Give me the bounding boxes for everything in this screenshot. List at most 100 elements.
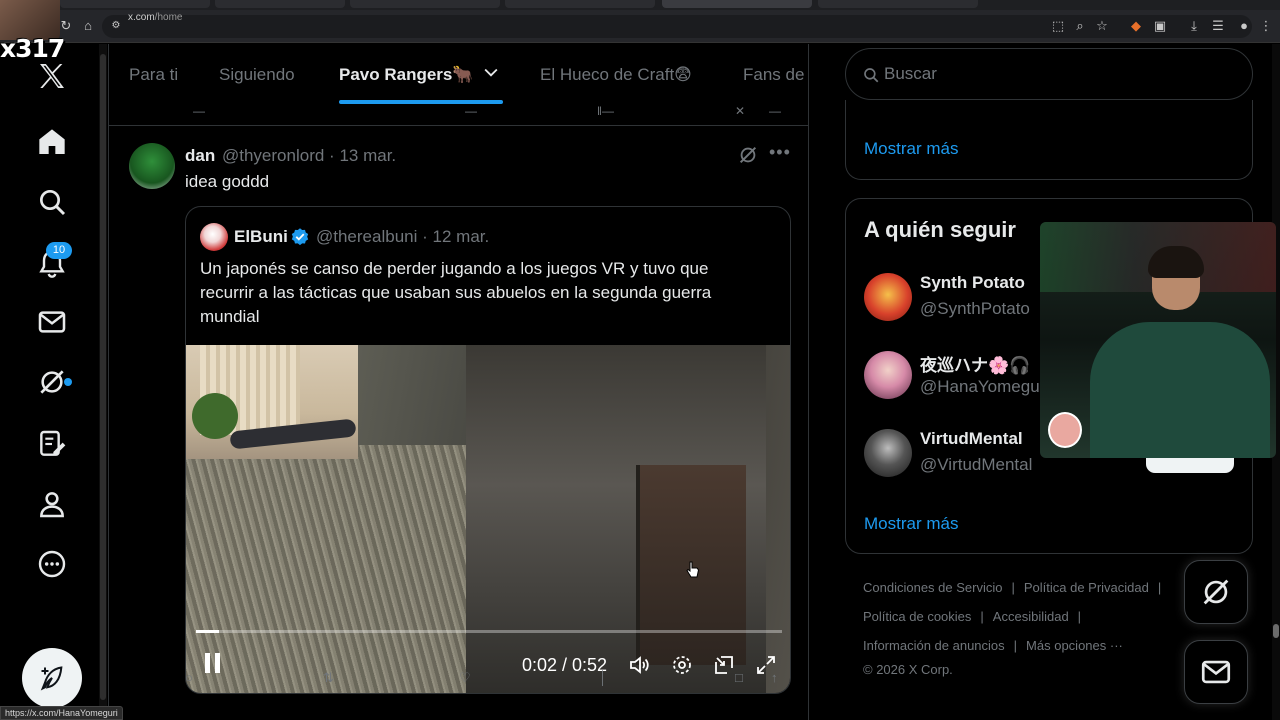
like-icon[interactable]: — [465, 104, 477, 118]
search-input[interactable] [884, 63, 1224, 85]
share-icon[interactable]: ↑ [771, 670, 778, 685]
suggestion-handle[interactable]: @SynthPotato [920, 299, 1030, 319]
quote-avatar[interactable] [200, 223, 228, 251]
footer-link-terms[interactable]: Condiciones de Servicio [863, 580, 1002, 595]
bookmark-icon[interactable]: □ [735, 670, 743, 685]
browser-menu-icon[interactable]: ⋮ [1258, 18, 1274, 34]
footer-link-ads-info[interactable]: Información de anuncios [863, 638, 1005, 653]
browser-tab[interactable] [60, 0, 210, 8]
tweet-date[interactable]: 13 mar. [339, 146, 396, 165]
x-logo-icon[interactable] [36, 60, 68, 92]
suggestion-name[interactable]: Synth Potato [920, 273, 1025, 293]
suggestion-name[interactable]: 夜巡ハナ🌸🎧 [920, 351, 1030, 376]
chevron-down-icon[interactable] [481, 62, 501, 87]
tweet-author-name[interactable]: dan [185, 146, 215, 166]
footer-link-more-options[interactable]: Más opciones ··· [1026, 638, 1123, 653]
retweet-icon[interactable]: ⇅ [323, 670, 334, 686]
video-progress-bar[interactable] [196, 630, 782, 633]
footer-link-accessibility[interactable]: Accesibilidad [993, 609, 1069, 624]
quote-meta: @therealbuni · 12 mar. [316, 227, 489, 247]
compose-post-button[interactable] [22, 648, 82, 708]
grok-dot-badge [64, 378, 72, 386]
tab-el-hueco-de-craft[interactable]: El Hueco de Craft😨 [540, 65, 692, 85]
profile-icon[interactable] [36, 488, 68, 520]
cast-icon[interactable]: ☰ [1210, 18, 1226, 34]
footer-link-cookies[interactable]: Política de cookies [863, 609, 971, 624]
main-timeline: Para ti Siguiendo Pavo Rangers🐂 El Hueco… [108, 44, 809, 720]
search-icon[interactable] [36, 186, 68, 218]
extensions-puzzle-icon[interactable]: ▣ [1152, 18, 1168, 34]
suggestion-handle[interactable]: @HanaYomegu [920, 377, 1040, 397]
quoted-tweet[interactable]: ElBuni @therealbuni · 12 mar. Un japonés… [185, 206, 791, 694]
suggestion-name[interactable]: VirtudMental [920, 429, 1023, 449]
avatar[interactable] [864, 351, 912, 399]
browser-tab[interactable] [215, 0, 345, 8]
footer-copyright: © 2026 X Corp. [863, 662, 953, 677]
video-player[interactable]: 0:02 / 0:52 [186, 345, 790, 693]
bookmark-star-icon[interactable]: ☆ [1094, 18, 1110, 34]
avatar[interactable] [864, 273, 912, 321]
streamer-hair [1148, 246, 1204, 278]
tweet-actions: ○ ⇅ ♡ │ □ ↑ [185, 670, 795, 690]
trends-show-more-link[interactable]: Mostrar más [864, 139, 958, 159]
page-scrollbar-thumb[interactable] [1273, 624, 1279, 638]
reload-icon[interactable]: ↻ [58, 18, 74, 34]
left-navigation: 10 [0, 44, 105, 720]
tab-fans-de[interactable]: Fans de [743, 65, 804, 85]
avatar[interactable] [864, 429, 912, 477]
grok-floating-button[interactable] [1184, 560, 1248, 624]
tab-para-ti[interactable]: Para ti [129, 65, 178, 85]
left-scrollbar[interactable] [99, 44, 107, 720]
streamer-person [1090, 246, 1270, 458]
webcam-overlay [1040, 222, 1276, 458]
zoom-icon[interactable]: ⌕ [1072, 18, 1088, 34]
views-icon[interactable]: │ [599, 670, 607, 685]
install-icon[interactable]: ⬚ [1050, 18, 1066, 34]
who-to-follow-title: A quién seguir [864, 217, 1016, 242]
grok-icon[interactable] [737, 144, 759, 166]
left-scrollbar-thumb[interactable] [100, 54, 106, 700]
meta-separator: · [422, 227, 428, 246]
footer-link-privacy[interactable]: Política de Privacidad [1024, 580, 1149, 595]
browser-tab[interactable] [505, 0, 655, 8]
browser-tab[interactable] [818, 0, 978, 8]
previous-post-actions: — — ‖— ✕ — [109, 104, 808, 126]
search-icon [864, 68, 879, 83]
bookmark-icon[interactable]: ✕ [735, 104, 745, 118]
more-options-icon[interactable]: ••• [769, 142, 791, 163]
tab-siguiendo[interactable]: Siguiendo [219, 65, 295, 85]
more-icon[interactable] [36, 548, 68, 580]
quote-date[interactable]: 12 mar. [433, 227, 490, 246]
browser-tab[interactable] [350, 0, 500, 8]
tweet-author-handle[interactable]: @thyeronlord [222, 146, 324, 165]
download-icon[interactable]: ⤓ [1186, 18, 1202, 34]
reply-icon[interactable]: ○ [185, 670, 193, 685]
browser-tab-active[interactable] [662, 0, 812, 8]
mail-icon[interactable] [36, 306, 68, 338]
feather-icon [40, 666, 63, 691]
notes-icon[interactable] [36, 428, 68, 460]
tweet[interactable]: dan @thyeronlord · 13 mar. ••• idea godd… [109, 128, 808, 720]
like-icon[interactable]: ♡ [459, 670, 471, 686]
grok-icon [1203, 579, 1229, 605]
reply-icon[interactable]: — [193, 104, 205, 118]
messages-floating-button[interactable] [1184, 640, 1248, 704]
profile-avatar-icon[interactable]: ● [1236, 18, 1252, 34]
video-progress-fill [196, 630, 220, 633]
trends-card: Mostrar más [845, 100, 1253, 180]
tab-pavo-rangers[interactable]: Pavo Rangers🐂 [339, 65, 474, 85]
mail-icon [1201, 660, 1231, 684]
avatar[interactable] [129, 143, 175, 189]
suggestion-handle[interactable]: @VirtudMental [920, 455, 1032, 475]
home-browser-icon[interactable]: ⌂ [80, 18, 96, 34]
quote-author-name[interactable]: ElBuni [234, 227, 288, 247]
extension-icon[interactable]: ◆ [1128, 18, 1144, 34]
follow-show-more-link[interactable]: Mostrar más [864, 514, 958, 534]
home-icon[interactable] [36, 126, 68, 158]
views-icon[interactable]: ‖— [597, 104, 614, 118]
search-bar[interactable] [845, 48, 1253, 100]
share-icon[interactable]: — [769, 104, 781, 118]
quote-author-handle[interactable]: @therealbuni [316, 227, 417, 246]
site-info-icon[interactable]: ⚙ [108, 18, 124, 34]
streamer-body [1090, 322, 1270, 458]
